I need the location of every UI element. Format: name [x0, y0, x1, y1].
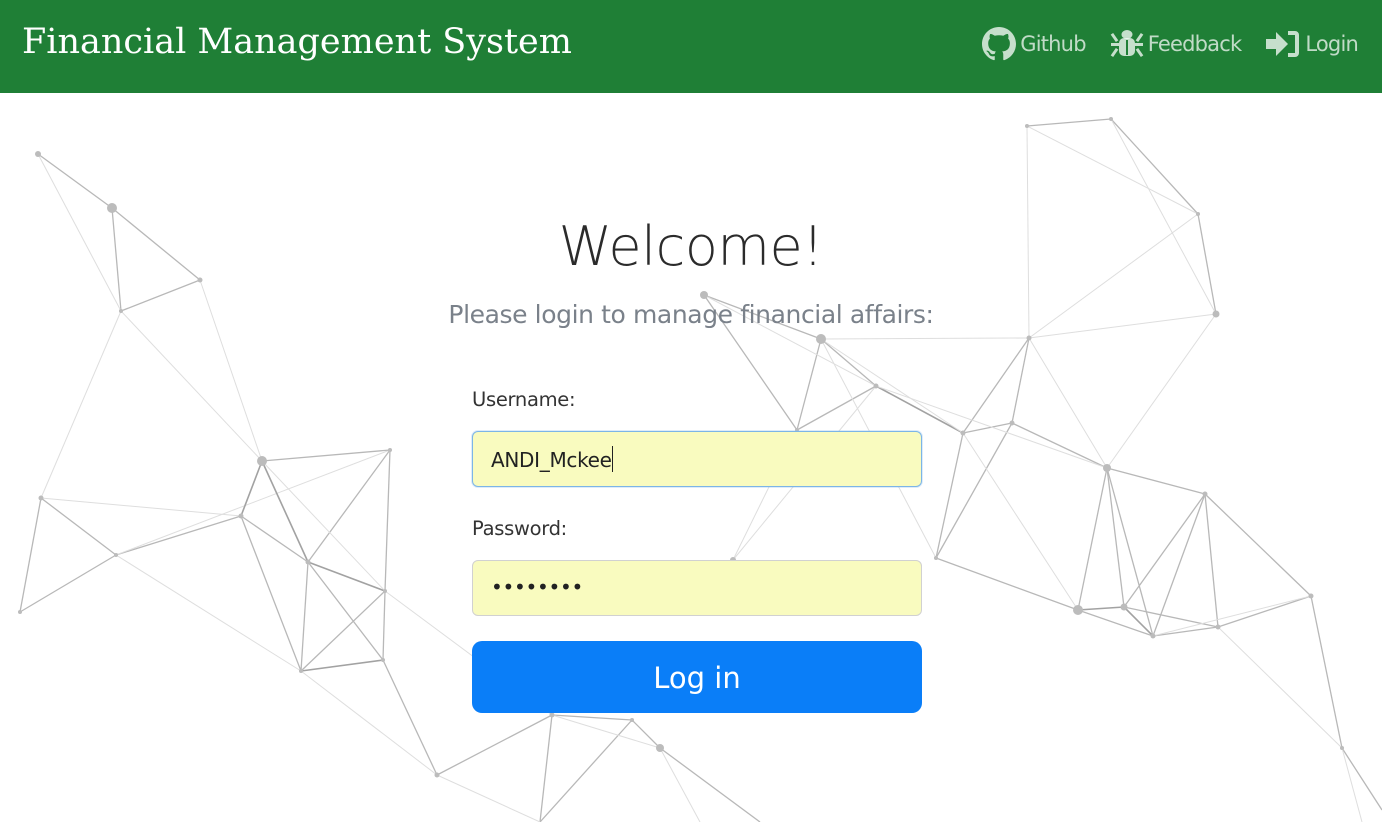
- sign-in-icon: [1265, 29, 1301, 59]
- text-caret: [611, 446, 614, 472]
- username-label: Username:: [472, 388, 576, 411]
- nav-link-login[interactable]: Login: [1265, 29, 1359, 59]
- password-masked-value: ••••••••: [491, 575, 583, 599]
- password-label: Password:: [472, 517, 567, 540]
- bug-icon: [1110, 28, 1144, 60]
- nav-link-login-label: Login: [1305, 32, 1358, 56]
- password-input[interactable]: ••••••••: [472, 560, 922, 616]
- brand-title[interactable]: Financial Management System: [22, 22, 572, 62]
- username-input[interactable]: ANDI_Mckee: [472, 431, 922, 487]
- nav-link-feedback[interactable]: Feedback: [1110, 28, 1242, 60]
- github-icon: [982, 27, 1017, 61]
- page-subtitle: Please login to manage financial affairs…: [448, 300, 934, 329]
- login-panel: Welcome! Please login to manage financia…: [0, 93, 1382, 822]
- page-title: Welcome!: [558, 215, 824, 278]
- page: Financial Management System Github Feedb…: [0, 0, 1382, 822]
- nav-link-feedback-label: Feedback: [1147, 32, 1242, 56]
- nav-link-github[interactable]: Github: [982, 27, 1087, 61]
- login-button[interactable]: Log in: [472, 641, 922, 713]
- nav-link-github-label: Github: [1020, 32, 1086, 56]
- navbar: Financial Management System Github Feedb…: [0, 0, 1382, 93]
- username-value: ANDI_Mckee: [491, 448, 612, 472]
- nav-links: Github Feedback Login: [982, 27, 1359, 61]
